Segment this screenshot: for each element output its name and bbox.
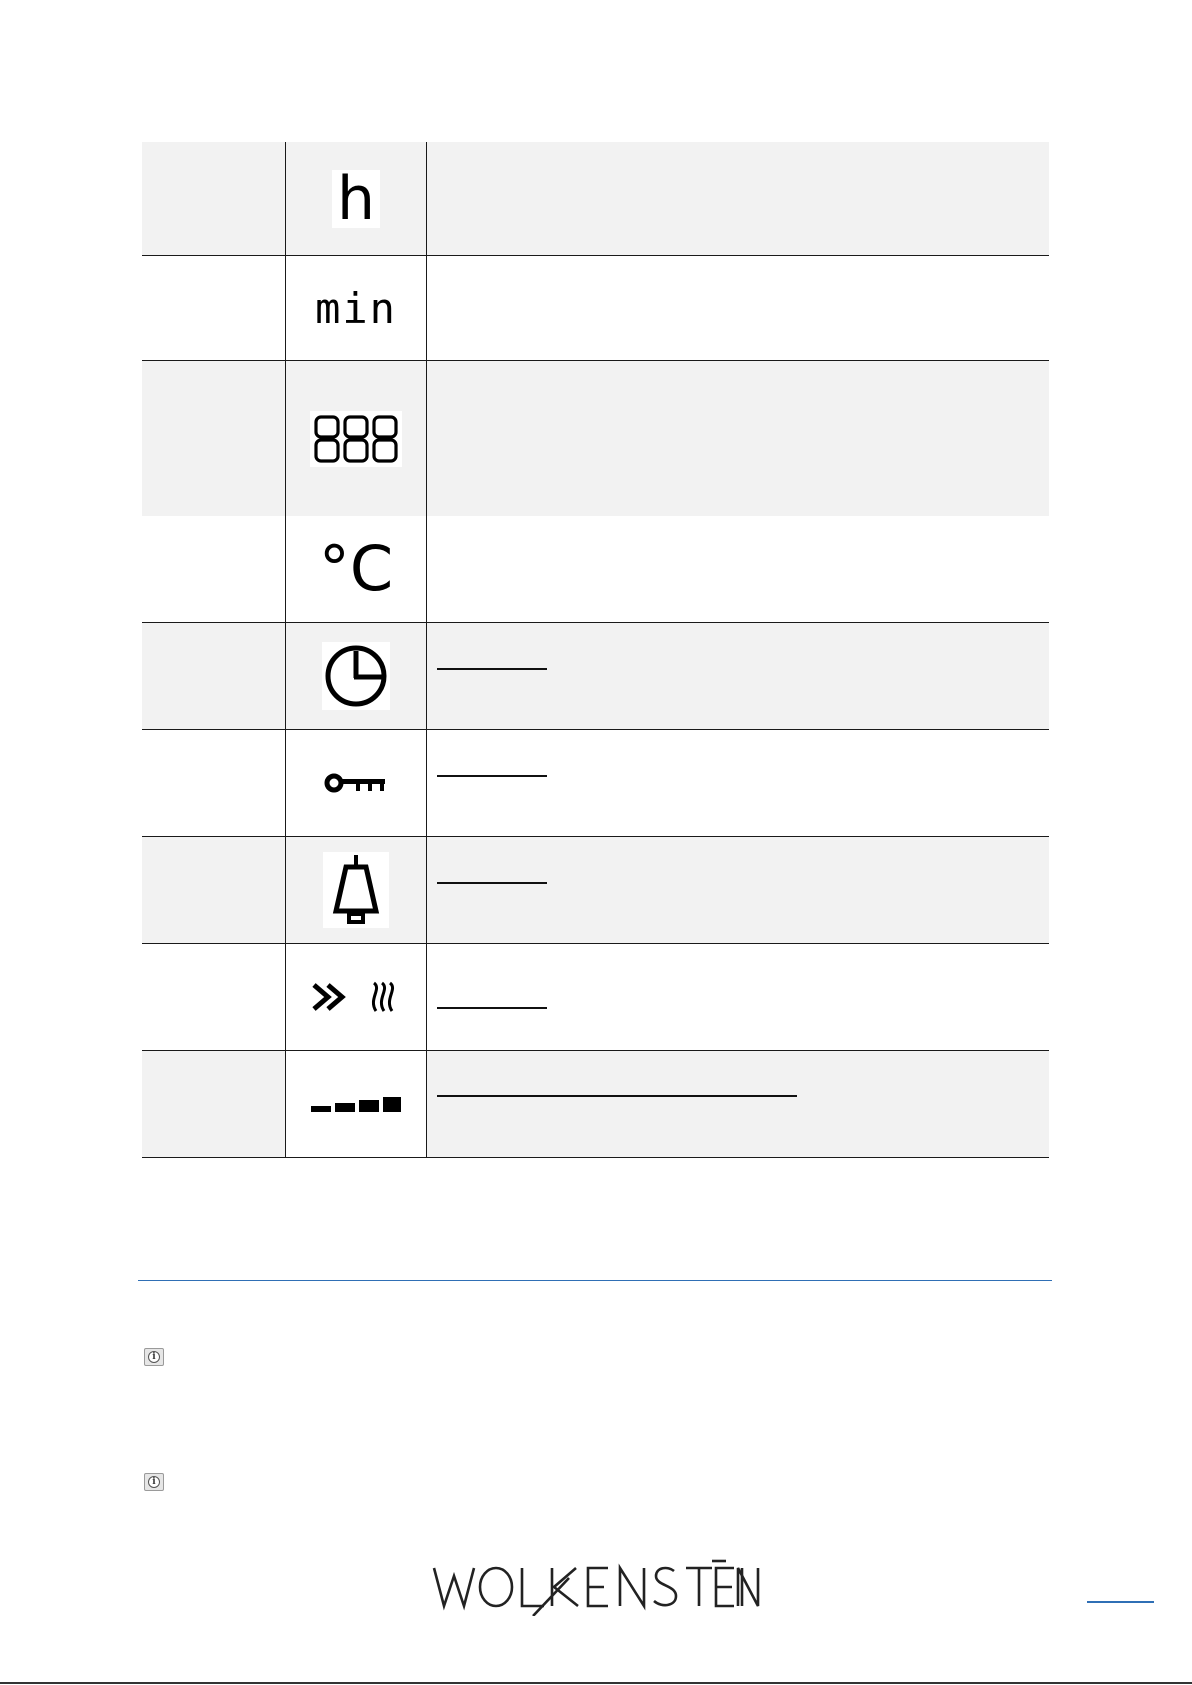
wolkenstein-logo	[432, 1559, 760, 1616]
clock-timer-icon	[322, 642, 390, 710]
label-cell	[142, 730, 285, 836]
symbol-cell	[285, 944, 427, 1050]
underline-mark	[437, 882, 547, 884]
symbol-cell: min	[285, 256, 427, 360]
table-row: °C	[142, 516, 1049, 622]
table-row	[142, 360, 1049, 649]
symbol-cell	[285, 623, 427, 729]
label-cell	[142, 837, 285, 943]
description-cell	[427, 516, 1049, 622]
section-divider	[138, 1280, 1052, 1281]
table-row	[142, 943, 1049, 1050]
table-row	[142, 836, 1049, 943]
symbol-cell: °C	[285, 516, 427, 622]
table-row: min	[142, 255, 1049, 360]
table-row	[142, 729, 1049, 836]
symbol-cell: h	[285, 142, 427, 255]
page-number-rule	[1087, 1601, 1154, 1603]
symbol-cell	[285, 361, 427, 516]
seven-segment-display-icon	[310, 410, 402, 467]
label-cell	[142, 1051, 285, 1157]
underline-mark	[437, 668, 547, 670]
fast-heating-icon	[312, 981, 395, 1012]
info-icon: i	[144, 1473, 164, 1491]
description-cell	[427, 944, 1049, 1050]
label-cell	[142, 944, 285, 1050]
description-cell	[427, 361, 1049, 649]
underline-mark	[437, 1095, 797, 1097]
table-row	[142, 1050, 1049, 1158]
label-cell	[142, 623, 285, 729]
table-row: h	[142, 142, 1049, 255]
label-cell	[142, 256, 285, 360]
key-lock-icon	[324, 773, 385, 793]
symbol-cell	[285, 1051, 427, 1157]
celsius-symbol-icon: °C	[318, 532, 394, 605]
symbol-table: h min °C	[142, 142, 1049, 1158]
description-cell	[427, 623, 1049, 729]
label-cell	[142, 361, 285, 516]
bell-alarm-icon	[323, 852, 389, 928]
description-cell	[427, 256, 1049, 360]
hour-symbol-icon: h	[332, 169, 380, 229]
underline-mark	[437, 775, 547, 777]
underline-mark	[437, 1007, 547, 1009]
table-row	[142, 622, 1049, 729]
label-cell	[142, 142, 285, 255]
power-level-bars-icon	[311, 1097, 401, 1112]
description-cell	[427, 1051, 1049, 1157]
description-cell	[427, 837, 1049, 943]
description-cell	[427, 730, 1049, 836]
minute-symbol-icon: min	[315, 283, 397, 333]
label-cell	[142, 516, 285, 622]
info-icon: i	[144, 1348, 164, 1366]
symbol-cell	[285, 837, 427, 943]
page-bottom-edge	[0, 1682, 1192, 1684]
symbol-cell	[285, 730, 427, 836]
description-cell	[427, 142, 1049, 255]
